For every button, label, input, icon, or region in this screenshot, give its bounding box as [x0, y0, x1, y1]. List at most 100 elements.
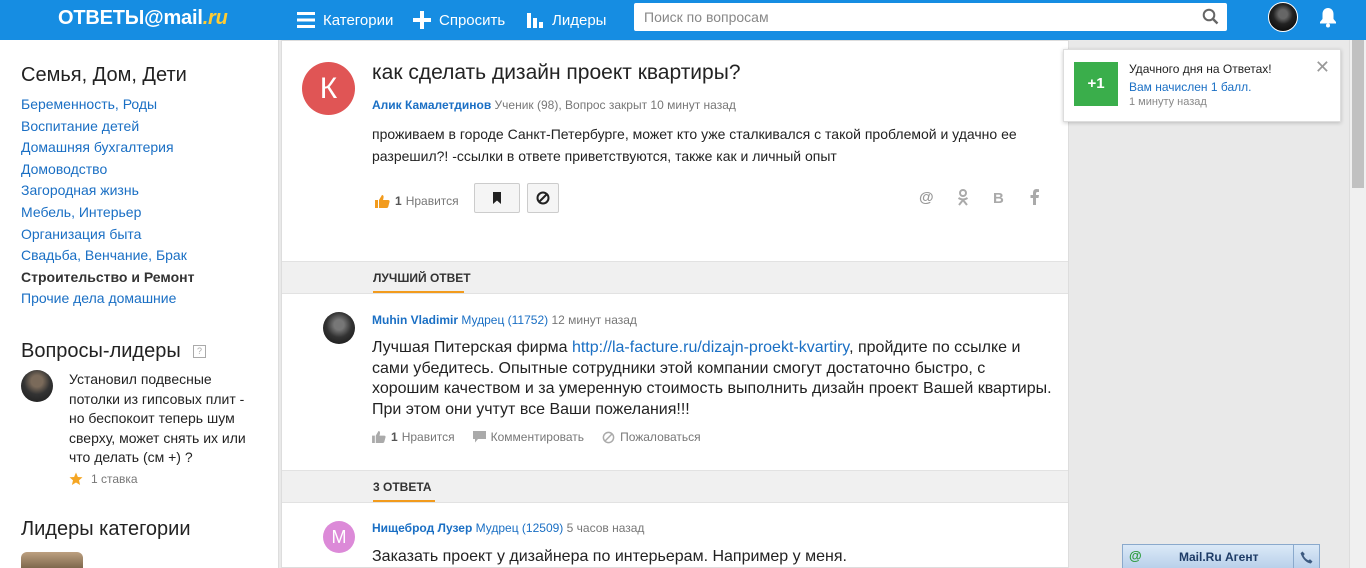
tab-underline: [373, 500, 435, 502]
leaders-chart-icon: [527, 13, 543, 28]
category-leaders-heading: Лидеры категории: [21, 518, 191, 540]
comment-button[interactable]: Комментировать: [472, 430, 585, 444]
like-label: Нравится: [401, 430, 455, 444]
share-email-icon[interactable]: @: [919, 189, 934, 206]
answers-header: 3 ответа: [282, 470, 1068, 503]
category-link[interactable]: Домашняя бухгалтерия: [21, 139, 194, 161]
categories-icon: [297, 12, 315, 28]
bookmark-icon: [493, 192, 501, 204]
category-list: Беременность, Роды Воспитание детей Дома…: [21, 96, 194, 312]
bell-icon[interactable]: [1318, 6, 1338, 33]
nav-ask[interactable]: Спросить: [413, 0, 505, 40]
category-link[interactable]: Беременность, Роды: [21, 96, 194, 118]
star-icon: [69, 472, 83, 485]
search-input[interactable]: [634, 3, 1189, 31]
category-link[interactable]: Организация быта: [21, 226, 194, 248]
report-label: Пожаловаться: [620, 430, 701, 444]
question-author-avatar[interactable]: К: [302, 62, 355, 115]
share-facebook-icon[interactable]: [1030, 189, 1039, 209]
nav-leaders-label: Лидеры: [552, 11, 607, 29]
comment-label: Комментировать: [490, 430, 585, 444]
category-link[interactable]: Домоводство: [21, 161, 194, 183]
report-button[interactable]: Пожаловаться: [602, 430, 701, 444]
best-answer-meta: Muhin Vladimir Мудрец (11752) 12 минут н…: [372, 313, 637, 327]
answer-meta: Нищеброд Лузер Мудрец (12509) 5 часов на…: [372, 521, 644, 535]
thumbs-up-icon: [372, 431, 386, 443]
question-meta-text: Ученик (98), Вопрос закрыт 10 минут наза…: [494, 98, 736, 112]
like-count: 1: [391, 430, 398, 444]
question-body: проживаем в городе Санкт-Петербурге, мож…: [372, 126, 1017, 164]
question-author-link[interactable]: Алик Камалетдинов: [372, 98, 491, 112]
bet-count: 1 ставка: [91, 472, 138, 486]
notification-toast: +1 Удачного дня на Ответах! Вам начислен…: [1063, 49, 1341, 122]
bookmark-button[interactable]: [474, 183, 520, 213]
category-link-active[interactable]: Строительство и Ремонт: [21, 269, 194, 291]
category-link[interactable]: Прочие дела домашние: [21, 290, 194, 312]
logo-main: ОТВЕТЫ@mail: [58, 7, 203, 29]
best-answer-avatar[interactable]: [323, 312, 355, 344]
best-answer-text: Лучшая Питерская фирма: [372, 339, 572, 356]
nav-leaders[interactable]: Лидеры: [526, 0, 606, 40]
help-icon[interactable]: ?: [193, 345, 206, 358]
best-answer-time: 12 минут назад: [551, 313, 637, 327]
best-answer-label: Лучший ответ: [373, 271, 471, 285]
leader-questions-heading: Вопросы-лидеры: [21, 340, 181, 362]
answers-count-label: 3 ответа: [373, 480, 432, 494]
svg-text:В: В: [993, 190, 1004, 205]
mail-agent-bar[interactable]: @ Mail.Ru Агент: [1122, 544, 1320, 568]
page-scrollbar[interactable]: [1349, 40, 1366, 568]
nav-categories[interactable]: Категории: [297, 0, 393, 40]
best-answer-body: Лучшая Питерская фирма http://la-facture…: [372, 338, 1052, 420]
toast-link[interactable]: Вам начислен 1 балл.: [1129, 80, 1252, 94]
search-icon[interactable]: [1202, 8, 1219, 30]
like-button[interactable]: 1 Нравится: [372, 430, 455, 444]
leader-question-text[interactable]: Установил подвесные потолки из гипсовых …: [69, 370, 259, 468]
share-odnoklassniki-icon[interactable]: [957, 189, 969, 210]
block-icon: [536, 191, 550, 205]
search-box: [634, 3, 1227, 31]
scrollbar-thumb[interactable]: [1352, 40, 1364, 188]
like-count: 1: [395, 194, 402, 208]
best-answer-author[interactable]: Muhin Vladimir: [372, 313, 458, 327]
question-title: как сделать дизайн проект квартиры?: [372, 61, 741, 84]
category-link[interactable]: Свадьба, Венчание, Брак: [21, 247, 194, 269]
question-card: К как сделать дизайн проект квартиры? Ал…: [281, 40, 1069, 568]
plus-icon: [413, 11, 431, 29]
comment-icon: [472, 431, 486, 443]
toast-time: 1 минуту назад: [1129, 96, 1207, 108]
category-link[interactable]: Воспитание детей: [21, 118, 194, 140]
logo-suffix: .ru: [202, 7, 228, 29]
thumbs-up-icon: [375, 194, 390, 208]
agent-at-icon: @: [1129, 548, 1142, 563]
left-sidebar: Семья, Дом, Дети Беременность, Роды Восп…: [0, 40, 279, 568]
best-answer-rank[interactable]: Мудрец (11752): [461, 313, 548, 327]
close-icon[interactable]: ✕: [1315, 58, 1330, 76]
avatar[interactable]: [21, 552, 83, 568]
user-avatar[interactable]: [1268, 2, 1298, 32]
like-button[interactable]: 1 Нравится: [375, 194, 459, 208]
logo[interactable]: ОТВЕТЫ@mail.ru: [58, 7, 228, 30]
agent-label: Mail.Ru Агент: [1179, 550, 1259, 564]
like-label: Нравится: [405, 194, 459, 208]
answer-avatar[interactable]: М: [323, 521, 355, 553]
nav-ask-label: Спросить: [439, 11, 506, 29]
answer-body: Заказать проект у дизайнера по интерьера…: [372, 548, 847, 565]
best-answer-header: Лучший ответ: [282, 261, 1068, 294]
tab-underline: [373, 291, 464, 293]
points-badge: +1: [1074, 62, 1118, 106]
best-answer-actions: 1 Нравится Комментировать Пожаловаться: [372, 430, 719, 444]
category-link[interactable]: Мебель, Интерьер: [21, 204, 194, 226]
best-answer-link[interactable]: http://la-facture.ru/dizajn-proekt-kvart…: [572, 339, 849, 356]
top-bar: ОТВЕТЫ@mail.ru Категории Спросить Лидеры: [0, 0, 1366, 40]
share-vk-icon[interactable]: В: [992, 189, 1006, 209]
answer-author[interactable]: Нищеброд Лузер: [372, 521, 472, 535]
category-link[interactable]: Загородная жизнь: [21, 182, 194, 204]
nav-categories-label: Категории: [323, 11, 394, 29]
leader-question-meta: 1 ставка: [69, 472, 189, 486]
phone-icon[interactable]: [1293, 545, 1319, 568]
block-icon: [602, 431, 615, 443]
answer-rank[interactable]: Мудрец (12509): [476, 521, 564, 535]
report-button[interactable]: [527, 183, 559, 213]
question-meta: Алик Камалетдинов Ученик (98), Вопрос за…: [372, 98, 736, 112]
category-heading: Семья, Дом, Дети: [21, 64, 187, 86]
